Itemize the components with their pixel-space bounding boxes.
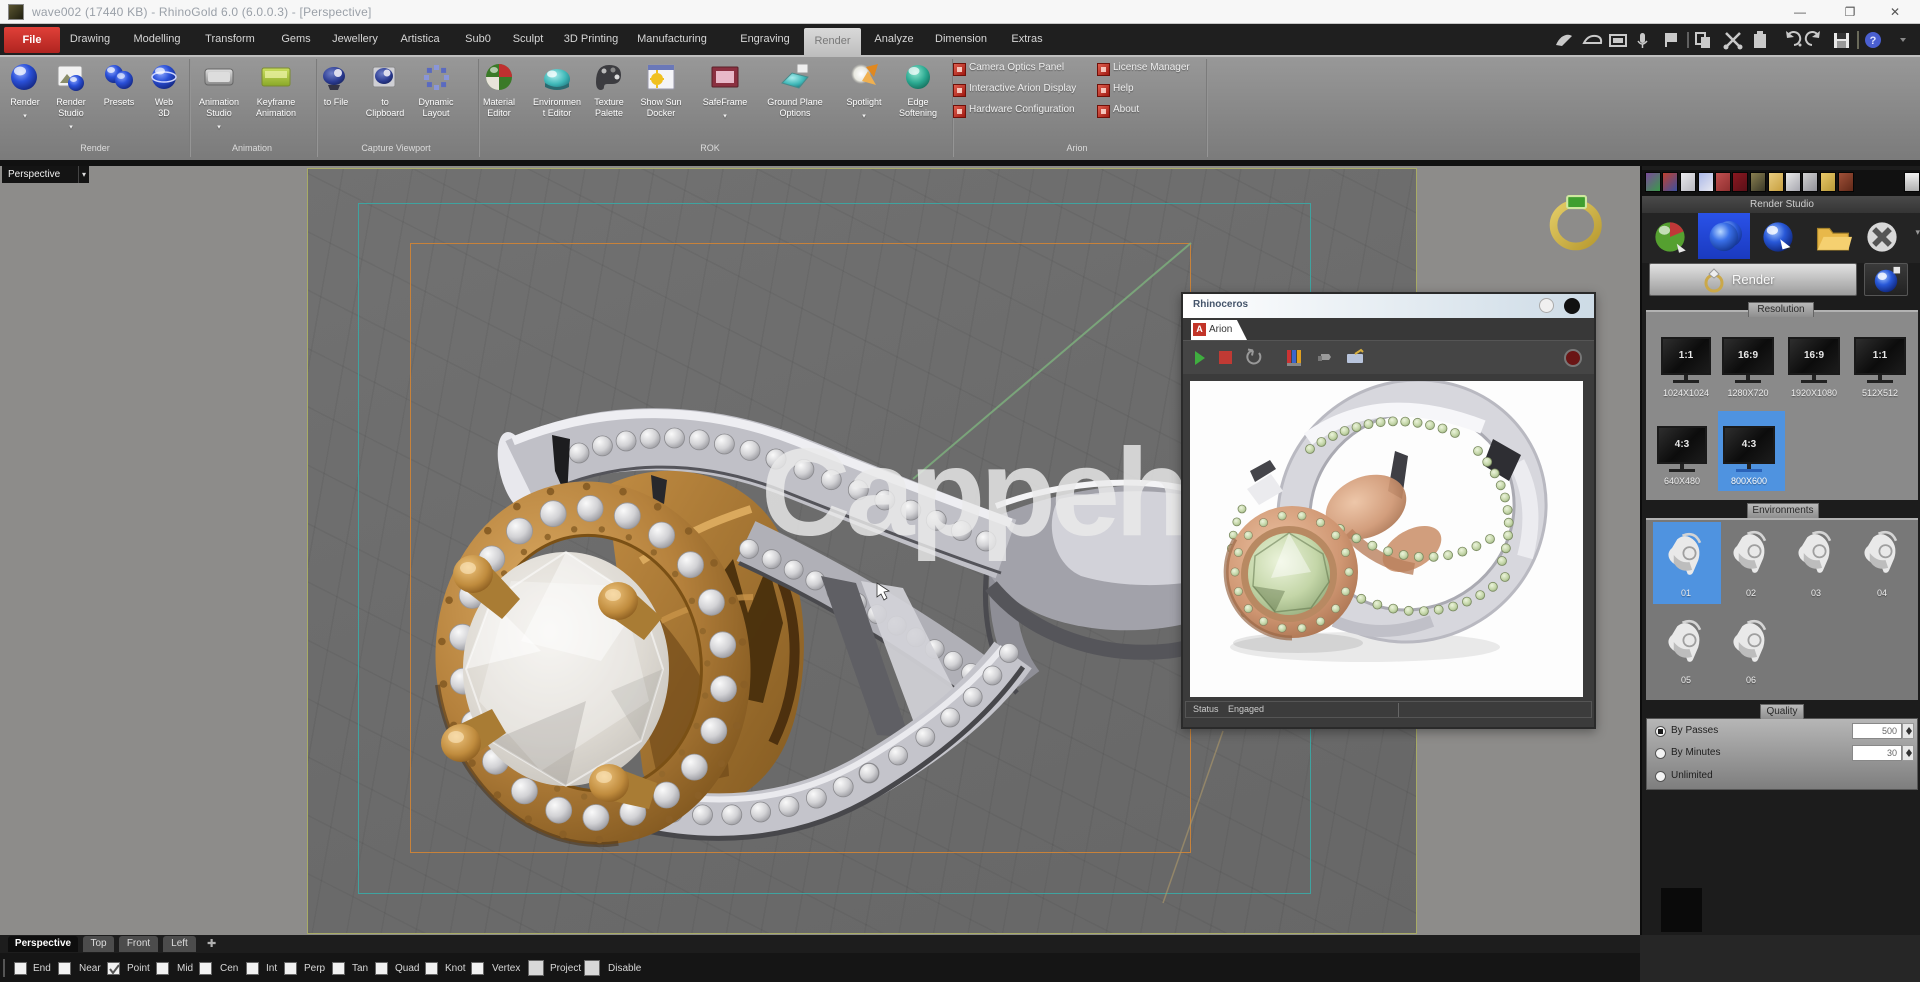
svg-text:?: ? xyxy=(1870,35,1877,47)
